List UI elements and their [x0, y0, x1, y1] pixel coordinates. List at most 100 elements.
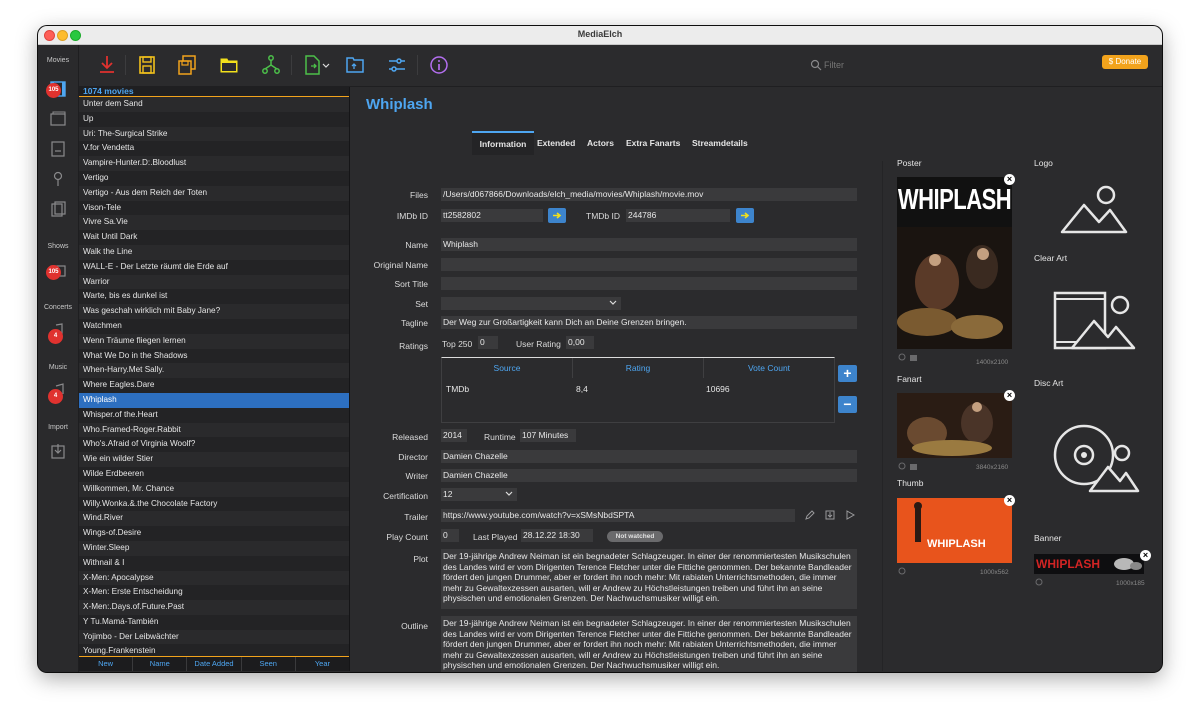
sort-title-field[interactable]: [441, 277, 857, 290]
remove-poster-button[interactable]: ×: [1004, 174, 1015, 185]
logo-placeholder-icon[interactable]: [1054, 177, 1134, 239]
movie-list-item[interactable]: X-Men: Erste Entscheidung: [79, 585, 349, 601]
ratings-header-source[interactable]: Source: [442, 358, 573, 378]
banner-image[interactable]: WHIPLASH: [1034, 554, 1144, 574]
files-field[interactable]: /Users/d067866/Downloads/elch_media/movi…: [441, 188, 857, 201]
last-played-field[interactable]: 28.12.22 18:30: [521, 529, 593, 542]
top250-field[interactable]: 0: [478, 336, 498, 349]
download-trailer-icon[interactable]: [824, 509, 836, 523]
movie-list-item[interactable]: Whiplash: [79, 392, 349, 408]
tab-actors[interactable]: Actors: [587, 131, 614, 153]
movie-list-item[interactable]: Vertigo - Aus dem Reich der Toten: [79, 185, 349, 201]
plot-textarea[interactable]: Der 19-jährige Andrew Neiman ist ein beg…: [441, 549, 857, 609]
add-rating-button[interactable]: +: [838, 365, 857, 382]
zoom-fanart-icon[interactable]: [898, 462, 918, 474]
movie-list-item[interactable]: When-Harry.Met Sally.: [79, 363, 349, 379]
open-folder-icon[interactable]: [343, 53, 367, 77]
movie-list-item[interactable]: Unter dem Sand: [79, 97, 349, 112]
sort-year-button[interactable]: Year: [296, 657, 349, 671]
movie-list-item[interactable]: Wings-of.Desire: [79, 526, 349, 541]
tmdb-open-button[interactable]: [736, 208, 754, 223]
sync-icon[interactable]: [259, 53, 283, 77]
ratings-cell-vote-count[interactable]: 10696: [706, 384, 730, 394]
movie-list-item[interactable]: Wilde Erdbeeren: [79, 466, 349, 482]
settings-sliders-icon[interactable]: [385, 53, 409, 77]
zoom-thumb-icon[interactable]: [898, 567, 908, 579]
download-icon[interactable]: [95, 53, 119, 77]
trailer-field[interactable]: https://www.youtube.com/watch?v=xSMsNbdS…: [441, 509, 795, 522]
user-rating-field[interactable]: 0,00: [566, 336, 594, 349]
movie-list-item[interactable]: Y Tu.Mamá-También: [79, 614, 349, 630]
zoom-banner-icon[interactable]: [1035, 578, 1045, 590]
poster-image[interactable]: WHIPLASH: [897, 177, 1012, 349]
thumb-image[interactable]: WHIPLASH: [897, 498, 1012, 563]
movie-list-item[interactable]: Uri: The-Surgical Strike: [79, 126, 349, 142]
donate-button[interactable]: $ Donate: [1102, 55, 1148, 69]
save-all-icon[interactable]: [175, 53, 199, 77]
certification-icon[interactable]: [48, 169, 68, 189]
movie-list-item[interactable]: Vison-Tele: [79, 200, 349, 216]
name-field[interactable]: Whiplash: [441, 238, 857, 251]
released-field[interactable]: 2014: [441, 429, 467, 442]
filter-input[interactable]: [824, 56, 1134, 74]
movie-list-item[interactable]: Vertigo: [79, 170, 349, 186]
export-icon[interactable]: [301, 53, 335, 77]
movie-list-item[interactable]: Willkommen, Mr. Chance: [79, 481, 349, 497]
movie-list-item[interactable]: Was geschah wirklich mit Baby Jane?: [79, 304, 349, 319]
genres-icon[interactable]: [48, 139, 68, 159]
outline-textarea[interactable]: Der 19-jährige Andrew Neiman ist ein beg…: [441, 616, 857, 672]
ratings-cell-source[interactable]: TMDb: [446, 384, 469, 394]
movie-list-item[interactable]: V.for Vendetta: [79, 141, 349, 157]
set-select[interactable]: [441, 297, 621, 310]
ratings-cell-rating[interactable]: 8,4: [576, 384, 588, 394]
movie-sets-icon[interactable]: [48, 109, 68, 129]
tab-streamdetails[interactable]: Streamdetails: [692, 131, 748, 153]
movie-list-item[interactable]: What We Do in the Shadows: [79, 348, 349, 364]
movie-list-item[interactable]: Warte, bis es dunkel ist: [79, 289, 349, 305]
movie-list-item[interactable]: Wait Until Dark: [79, 230, 349, 245]
writer-field[interactable]: Damien Chazelle: [441, 469, 857, 482]
movie-list-item[interactable]: Where Eagles.Dare: [79, 378, 349, 393]
movie-list-item[interactable]: Wind.River: [79, 511, 349, 527]
ratings-header-rating[interactable]: Rating: [573, 358, 704, 378]
movie-list-item[interactable]: Watchmen: [79, 318, 349, 334]
info-icon[interactable]: [427, 53, 451, 77]
movie-list-item[interactable]: Warrior: [79, 274, 349, 290]
clear-art-placeholder-icon[interactable]: [1050, 285, 1140, 357]
watched-toggle[interactable]: Not watched: [607, 531, 663, 542]
movie-list-item[interactable]: Walk the Line: [79, 244, 349, 260]
original-name-field[interactable]: [441, 258, 857, 271]
movie-list-item[interactable]: Whisper.of the.Heart: [79, 407, 349, 423]
zoom-poster-icon[interactable]: [898, 353, 918, 365]
remove-thumb-button[interactable]: ×: [1004, 495, 1015, 506]
tagline-field[interactable]: Der Weg zur Großartigkeit kann Dich an D…: [441, 316, 857, 329]
import-icon[interactable]: [48, 441, 68, 461]
movie-list-item[interactable]: Who's.Afraid of Virginia Woolf?: [79, 437, 349, 453]
disc-art-placeholder-icon[interactable]: [1050, 421, 1140, 498]
movie-list-item[interactable]: Yojimbo - Der Leibwächter: [79, 629, 349, 645]
edit-icon[interactable]: [804, 509, 816, 523]
sort-seen-button[interactable]: Seen: [242, 657, 296, 671]
remove-banner-button[interactable]: ×: [1140, 550, 1151, 561]
movie-list-item[interactable]: Vampire-Hunter.D:.Bloodlust: [79, 156, 349, 171]
imdb-id-field[interactable]: tt2582802: [441, 209, 543, 222]
fanart-image[interactable]: [897, 393, 1012, 458]
tab-extra-fanarts[interactable]: Extra Fanarts: [626, 131, 680, 153]
remove-rating-button[interactable]: −: [838, 396, 857, 413]
sort-date-added-button[interactable]: Date Added: [187, 657, 242, 671]
play-count-field[interactable]: 0: [441, 529, 459, 542]
sort-new-button[interactable]: New: [79, 657, 134, 671]
movie-list-item[interactable]: Who.Framed-Roger.Rabbit: [79, 422, 349, 438]
movie-list-item[interactable]: Wenn Träume fliegen lernen: [79, 333, 349, 349]
tab-extended[interactable]: Extended: [537, 131, 575, 153]
imdb-open-button[interactable]: [548, 208, 566, 223]
director-field[interactable]: Damien Chazelle: [441, 450, 857, 463]
save-icon[interactable]: [135, 53, 159, 77]
tmdb-id-field[interactable]: 244786: [626, 209, 730, 222]
movie-list-item[interactable]: Willy.Wonka.&.the Chocolate Factory: [79, 496, 349, 512]
ratings-header-vote-count[interactable]: Vote Count: [704, 358, 834, 378]
movie-list-item[interactable]: X-Men:.Days.of.Future.Past: [79, 600, 349, 615]
sort-name-button[interactable]: Name: [133, 657, 188, 671]
tab-information[interactable]: Information: [472, 131, 534, 155]
remove-fanart-button[interactable]: ×: [1004, 390, 1015, 401]
